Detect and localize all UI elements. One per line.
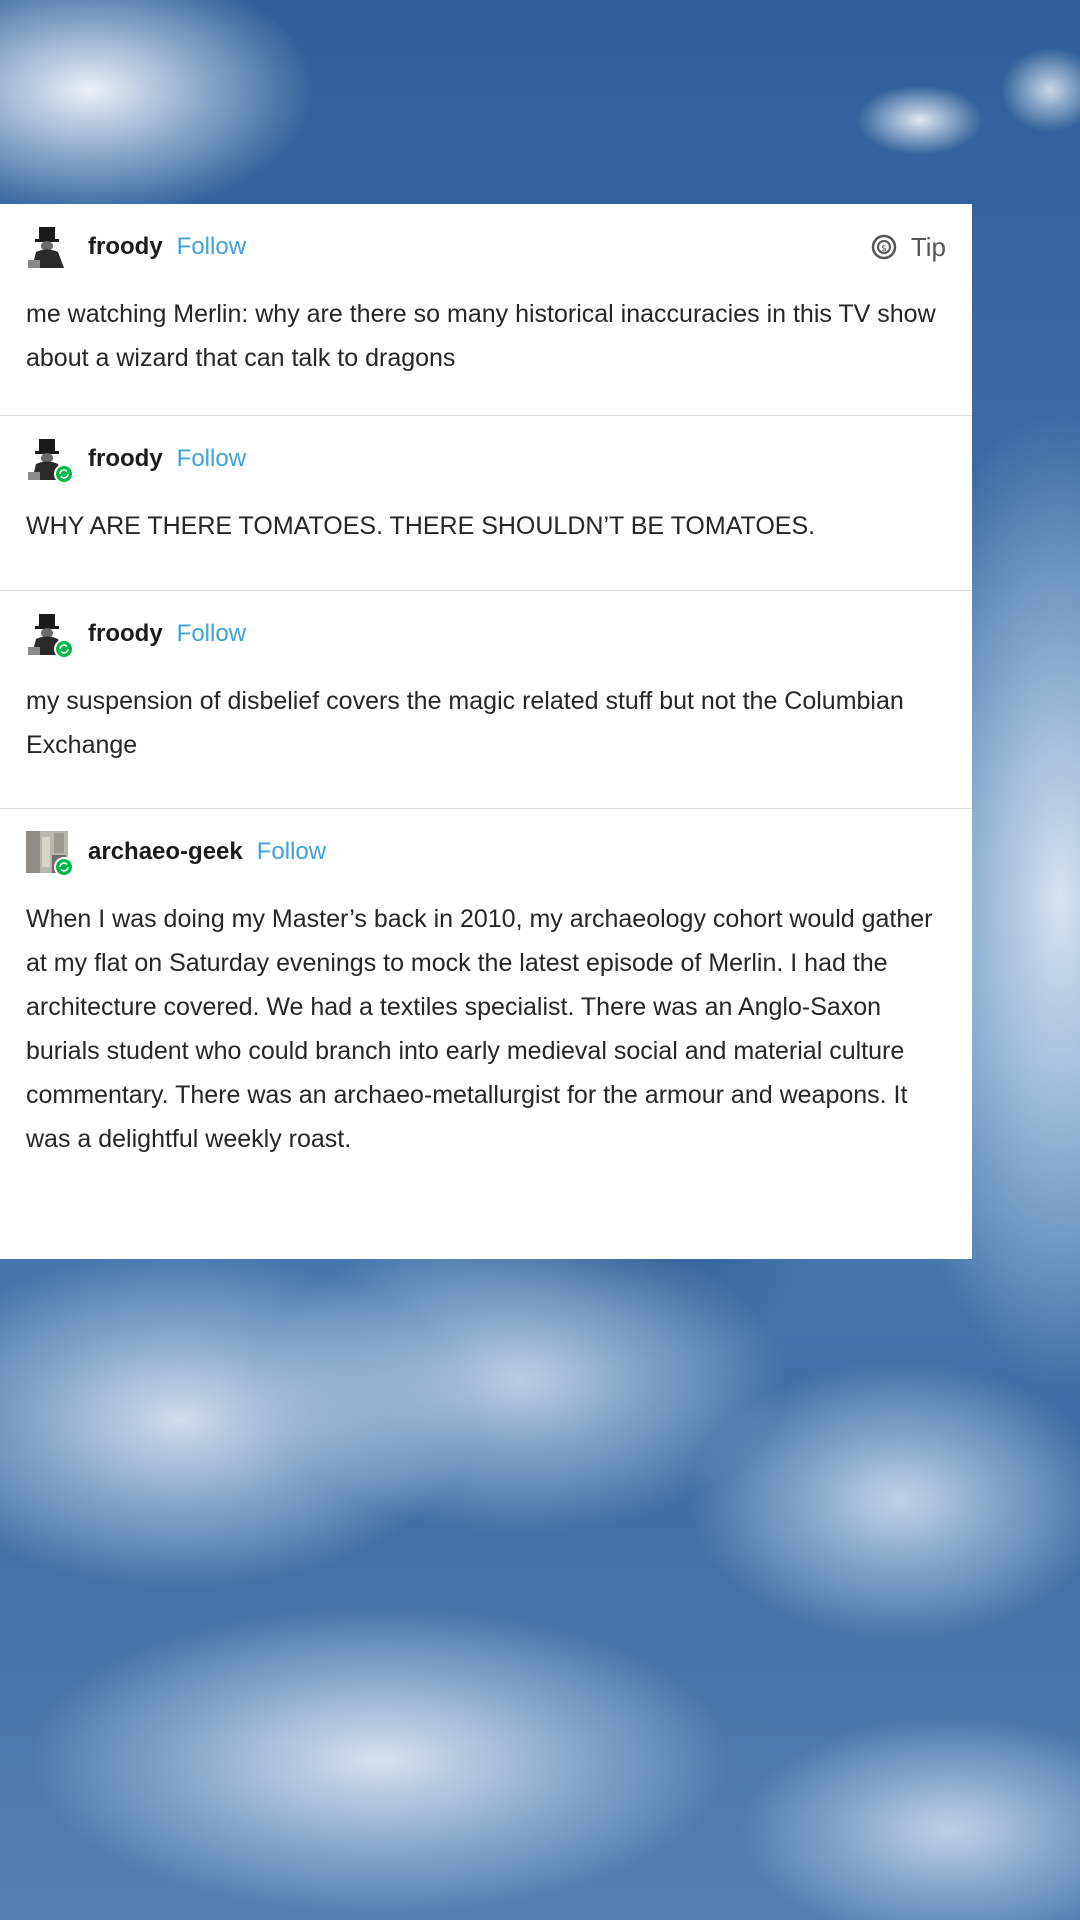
follow-button[interactable]: Follow bbox=[257, 838, 326, 866]
post-header: archaeo-geek Follow bbox=[26, 809, 946, 877]
username[interactable]: froody bbox=[88, 445, 163, 473]
tip-button[interactable]: $ Tip bbox=[871, 232, 946, 263]
post-froody-reblog-2: froody Follow my suspension of disbelief… bbox=[0, 591, 972, 809]
post-text: my suspension of disbelief covers the ma… bbox=[26, 687, 904, 759]
reblog-icon bbox=[54, 857, 74, 877]
post-archaeo-geek-reblog: archaeo-geek Follow When I was doing my … bbox=[0, 809, 972, 1183]
reblog-icon bbox=[54, 639, 74, 659]
tip-coin-icon: $ bbox=[871, 234, 897, 260]
post-header: froody Follow $ Tip bbox=[26, 204, 946, 272]
reblog-icon bbox=[54, 464, 74, 484]
post-header: froody Follow bbox=[26, 591, 946, 659]
post-header: froody Follow bbox=[26, 416, 946, 484]
top-hat-figure-avatar[interactable] bbox=[26, 438, 74, 484]
post-froody-original: froody Follow $ Tip me watching Merlin: … bbox=[0, 204, 972, 416]
tip-label: Tip bbox=[910, 231, 946, 262]
svg-text:$: $ bbox=[881, 244, 887, 254]
follow-button[interactable]: Follow bbox=[177, 445, 246, 473]
follow-button[interactable]: Follow bbox=[177, 233, 246, 261]
top-hat-figure-avatar[interactable] bbox=[26, 613, 74, 659]
tumblr-post-thread: froody Follow $ Tip me watching Merlin: … bbox=[0, 204, 972, 1259]
photo-avatar[interactable] bbox=[26, 831, 74, 877]
follow-button[interactable]: Follow bbox=[177, 620, 246, 648]
username[interactable]: froody bbox=[88, 233, 163, 261]
post-froody-reblog-1: froody Follow WHY ARE THERE TOMATOES. TH… bbox=[0, 416, 972, 591]
post-text: WHY ARE THERE TOMATOES. THERE SHOULDN’T … bbox=[26, 512, 816, 540]
username[interactable]: froody bbox=[88, 620, 163, 648]
username[interactable]: archaeo-geek bbox=[88, 838, 243, 866]
top-hat-figure-avatar[interactable] bbox=[26, 226, 68, 268]
post-text: When I was doing my Master’s back in 201… bbox=[26, 905, 933, 1153]
post-text: me watching Merlin: why are there so man… bbox=[26, 300, 936, 372]
